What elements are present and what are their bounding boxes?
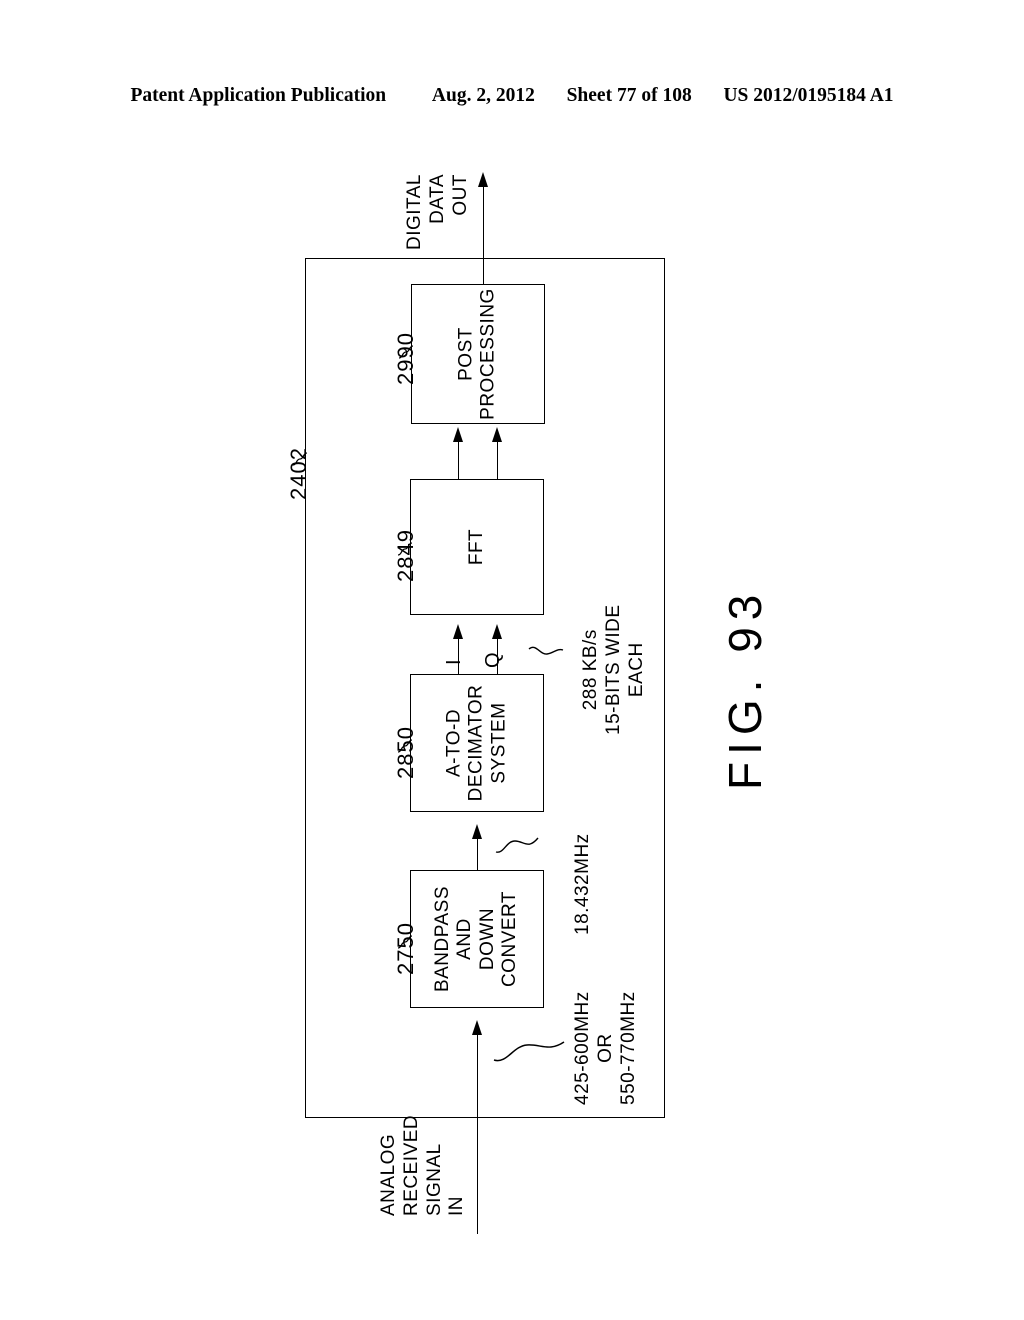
fft-to-post-arrowhead-q-icon [492,427,502,442]
block-bandpass-and-down-convert-label: BANDPASS AND DOWN CONVERT [432,885,521,993]
adc-to-fft-arrowhead-q-icon [492,624,502,639]
adc-to-fft-arrowhead-i-icon [453,624,463,639]
block-fft-label: FFT [465,528,487,566]
output-line [483,186,484,286]
leader-2750 [397,935,413,949]
leader-2990 [398,345,414,359]
analog-input-line [477,1034,478,1234]
fft-to-post-line-i [458,441,459,479]
leader-2850 [397,739,413,753]
block-a-to-d-decimator-system-label: A-TO-D DECIMATOR SYSTEM [443,684,510,802]
leader-2849 [397,542,413,556]
fft-to-post-line-q [497,441,498,479]
label-digital-data-out: DIGITAL DATA OUT [404,174,471,250]
leader-squiggle-iq [528,645,564,663]
leader-squiggle-rf [493,1040,565,1064]
block-a-to-d-decimator-system: A-TO-D DECIMATOR SYSTEM [410,674,544,812]
bandpass-to-adc-line [477,838,478,870]
output-arrowhead-icon [478,172,488,187]
leader-squiggle-if [495,835,539,857]
block-fft: FFT [410,479,544,615]
label-q-signal: Q [482,651,504,668]
figure-caption: FIG. 93 [719,587,771,790]
bandpass-to-adc-arrowhead-icon [472,824,482,839]
annotation-iq-rate: 288 KB/s 15-BITS WIDE EACH [580,604,647,735]
label-i-signal: I [443,658,465,665]
annotation-if-rate: 18.432MHz [572,833,593,935]
adc-to-fft-line-i [458,638,459,674]
block-post-processing-label: POST PROCESSING [455,288,499,420]
label-analog-received-signal-in: ANALOG RECEIVED SIGNAL IN [378,1114,468,1216]
patent-figure: 2402 DIGITAL DATA OUT POST PROCESSING 29… [0,0,1024,1320]
fft-to-post-arrowhead-i-icon [453,427,463,442]
analog-input-arrowhead-icon [472,1020,482,1035]
annotation-rf-input-rate: 425-600MHz OR 550-770MHz [572,991,639,1105]
leader-2402 [292,452,308,466]
block-bandpass-and-down-convert: BANDPASS AND DOWN CONVERT [410,870,544,1008]
block-post-processing: POST PROCESSING [411,284,545,424]
